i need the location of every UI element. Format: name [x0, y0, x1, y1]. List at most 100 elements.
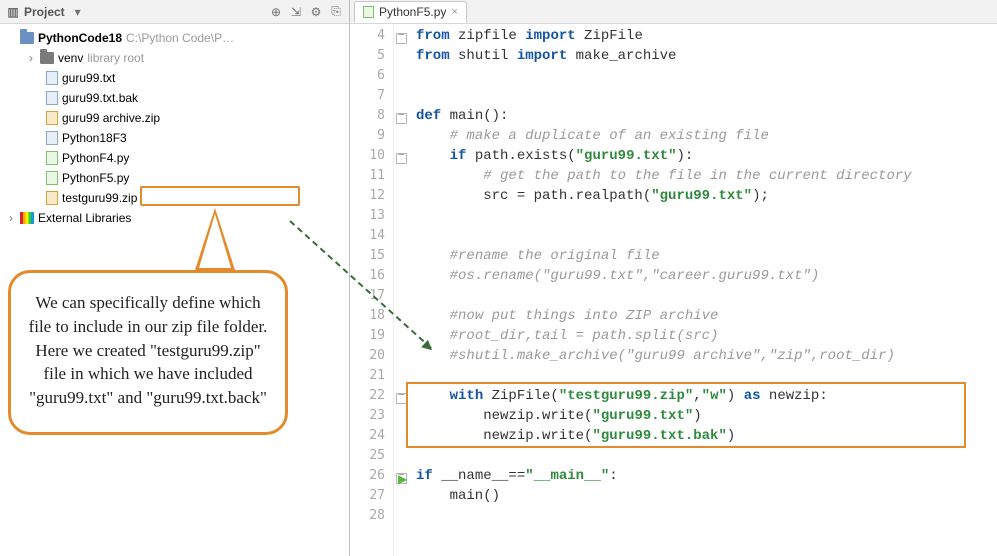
fold-toggle-icon[interactable] [394, 28, 410, 48]
gear-icon[interactable]: ⚙ [309, 5, 323, 19]
code-line[interactable]: #now put things into ZIP archive [416, 308, 997, 328]
line-number: 21 [350, 368, 393, 388]
code-area[interactable]: from zipfile import ZipFilefrom shutil i… [410, 24, 997, 556]
library-icon [20, 212, 34, 224]
line-number-gutter: 4567891011121314151617181920212223242526… [350, 24, 394, 556]
code-line[interactable] [416, 68, 997, 88]
hide-icon[interactable]: ⎘ [329, 5, 343, 19]
venv-tag: library root [87, 51, 144, 65]
code-line[interactable]: # get the path to the file in the curren… [416, 168, 997, 188]
code-line[interactable]: def main(): [416, 108, 997, 128]
run-marker-icon[interactable]: ▶ [398, 472, 410, 486]
line-number: 6 [350, 68, 393, 88]
folder-icon [40, 52, 54, 64]
tree-file[interactable]: PythonF5.py [0, 168, 349, 188]
code-line[interactable] [416, 448, 997, 468]
line-number: 4 [350, 28, 393, 48]
line-number: 7 [350, 88, 393, 108]
code-line[interactable] [416, 208, 997, 228]
editor-panel: PythonF5.py × 45678910111213141516171819… [350, 0, 997, 556]
tree-file-highlighted[interactable]: testguru99.zip [0, 188, 349, 208]
line-number: 16 [350, 268, 393, 288]
line-number: 22 [350, 388, 393, 408]
callout-tail [195, 208, 235, 270]
line-number: 26 [350, 468, 393, 488]
project-toolbar: ▥ Project ▾ ⊕ ⇲ ⚙ ⎘ [0, 0, 349, 24]
fold-spacer [394, 328, 410, 348]
line-number: 18 [350, 308, 393, 328]
tree-root[interactable]: PythonCode18 C:\Python Code\P… [0, 28, 349, 48]
code-line[interactable]: if __name__=="__main__": [416, 468, 997, 488]
annotation-highlight-code [406, 382, 966, 448]
chevron-down-icon[interactable]: ▾ [71, 5, 85, 19]
fold-spacer [394, 188, 410, 208]
python-file-icon [46, 171, 58, 185]
line-number: 5 [350, 48, 393, 68]
root-path: C:\Python Code\P… [126, 31, 234, 45]
line-number: 20 [350, 348, 393, 368]
project-panel: ▥ Project ▾ ⊕ ⇲ ⚙ ⎘ PythonCode18 C:\Pyth… [0, 0, 350, 556]
fold-spacer [394, 448, 410, 468]
annotation-callout: We can specifically define which file to… [8, 270, 288, 435]
project-icon: ▥ [6, 5, 20, 19]
tree-file[interactable]: PythonF4.py [0, 148, 349, 168]
venv-name: venv [58, 51, 83, 65]
line-number: 14 [350, 228, 393, 248]
code-line[interactable] [416, 88, 997, 108]
code-line[interactable]: src = path.realpath("guru99.txt"); [416, 188, 997, 208]
line-number: 8 [350, 108, 393, 128]
fold-spacer [394, 228, 410, 248]
code-line[interactable] [416, 508, 997, 528]
line-number: 27 [350, 488, 393, 508]
line-number: 17 [350, 288, 393, 308]
tree-venv[interactable]: › venv library root [0, 48, 349, 68]
python-file-icon [46, 151, 58, 165]
line-number: 25 [350, 448, 393, 468]
fold-spacer [394, 348, 410, 368]
zip-icon [46, 111, 58, 125]
code-line[interactable]: # make a duplicate of an existing file [416, 128, 997, 148]
target-icon[interactable]: ⊕ [269, 5, 283, 19]
file-icon [46, 131, 58, 145]
line-number: 10 [350, 148, 393, 168]
code-line[interactable]: #rename the original file [416, 248, 997, 268]
editor-tab-bar: PythonF5.py × [350, 0, 997, 24]
line-number: 19 [350, 328, 393, 348]
code-line[interactable]: #shutil.make_archive("guru99 archive","z… [416, 348, 997, 368]
line-number: 23 [350, 408, 393, 428]
chevron-right-icon[interactable]: › [6, 211, 16, 225]
code-line[interactable]: from zipfile import ZipFile [416, 28, 997, 48]
code-line[interactable]: main() [416, 488, 997, 508]
fold-spacer [394, 268, 410, 288]
code-line[interactable]: from shutil import make_archive [416, 48, 997, 68]
code-line[interactable]: #os.rename("guru99.txt","career.guru99.t… [416, 268, 997, 288]
tree-file[interactable]: Python18F3 [0, 128, 349, 148]
zip-icon [46, 191, 58, 205]
tree-file[interactable]: guru99 archive.zip [0, 108, 349, 128]
fold-toggle-icon[interactable] [394, 148, 410, 168]
fold-toggle-icon[interactable] [394, 108, 410, 128]
fold-spacer [394, 288, 410, 308]
chevron-right-icon[interactable]: › [26, 51, 36, 65]
fold-spacer [394, 508, 410, 528]
editor-tab[interactable]: PythonF5.py × [354, 1, 467, 23]
fold-spacer [394, 48, 410, 68]
code-line[interactable]: #root_dir,tail = path.split(src) [416, 328, 997, 348]
fold-spacer [394, 168, 410, 188]
root-name: PythonCode18 [38, 31, 122, 45]
code-line[interactable] [416, 228, 997, 248]
line-number: 24 [350, 428, 393, 448]
code-line[interactable] [416, 288, 997, 308]
editor-body[interactable]: 4567891011121314151617181920212223242526… [350, 24, 997, 556]
tree-file[interactable]: guru99.txt [0, 68, 349, 88]
fold-spacer [394, 248, 410, 268]
close-icon[interactable]: × [451, 6, 457, 18]
fold-spacer [394, 208, 410, 228]
tab-label: PythonF5.py [379, 5, 446, 19]
collapse-icon[interactable]: ⇲ [289, 5, 303, 19]
file-icon [46, 71, 58, 85]
fold-spacer [394, 68, 410, 88]
fold-spacer [394, 88, 410, 108]
code-line[interactable]: if path.exists("guru99.txt"): [416, 148, 997, 168]
tree-file[interactable]: guru99.txt.bak [0, 88, 349, 108]
